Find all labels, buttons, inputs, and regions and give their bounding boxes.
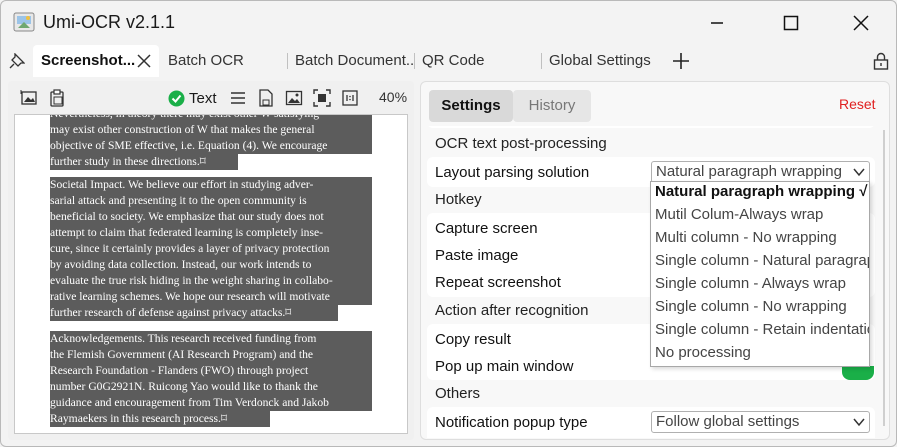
save-file-icon[interactable] [257, 89, 275, 107]
tab-batch-document[interactable]: Batch Document... [295, 45, 413, 77]
list-icon[interactable] [229, 89, 247, 107]
lock-icon[interactable] [873, 52, 889, 70]
text-toggle-label: Text [189, 89, 217, 107]
text-line: sarial attack and presenting it to the o… [50, 193, 372, 209]
paste-image-label: Paste image [435, 247, 519, 264]
chevron-down-icon [853, 168, 865, 177]
notification-type-label: Notification popup type [435, 414, 588, 431]
text-line: may exist other construction of W that m… [50, 122, 372, 138]
tab-batch-ocr[interactable]: Batch OCR [168, 45, 244, 77]
popup-main-toggle[interactable] [842, 366, 874, 380]
text-line: Nevertheless, in theory there may exist … [50, 115, 372, 122]
layout-parsing-dropdown[interactable]: Natural paragraph wrapping √ Mutil Colum… [650, 181, 870, 367]
image-icon[interactable] [285, 89, 303, 107]
repeat-screenshot-label: Repeat screenshot [435, 274, 561, 291]
section-others: Others [435, 385, 481, 402]
section-post-processing: OCR text post-processing [435, 135, 607, 152]
app-window: Umi-OCR v2.1.1 Screenshot... Batch OCR B… [0, 0, 897, 447]
zoom-level: 40% [379, 89, 408, 105]
section-hotkey: Hotkey [435, 191, 482, 208]
capture-screen-label: Capture screen [435, 220, 538, 237]
layout-parsing-value: Natural paragraph wrapping [656, 163, 842, 180]
window-title: Umi-OCR v2.1.1 [43, 12, 176, 32]
chevron-down-icon [853, 418, 865, 427]
pin-icon[interactable] [9, 53, 25, 69]
tab-qr-code[interactable]: QR Code [422, 45, 485, 77]
add-tab-icon[interactable] [671, 51, 691, 71]
actual-size-icon[interactable] [341, 89, 359, 107]
dropdown-option[interactable]: Mutil Colum-Always wrap [655, 206, 823, 223]
tab-settings-panel[interactable]: Settings [429, 90, 513, 122]
paragraph-2: Societal Impact. We believe our effort i… [50, 177, 372, 321]
screenshot-icon[interactable] [20, 89, 38, 107]
text-line: guidance and encouragement from Tim Verd… [50, 395, 372, 411]
close-tab-icon[interactable] [137, 54, 151, 68]
dropdown-option[interactable]: No processing [655, 344, 751, 361]
paragraph-3: Acknowledgements. This research received… [50, 331, 372, 427]
text-line: number G0G2921N. Ruicong Yao would like … [50, 379, 372, 395]
text-line: attempt to claim that federated learning… [50, 225, 372, 241]
close-icon [853, 15, 869, 31]
text-line: rative learning schemes. We hope our res… [50, 289, 372, 305]
title-bar: Umi-OCR v2.1.1 [1, 1, 896, 45]
close-window-button[interactable] [841, 7, 881, 39]
text-line: further research of defense against priv… [50, 305, 338, 321]
dropdown-option[interactable]: Single column - No wrapping [655, 298, 847, 315]
check-circle-icon [168, 90, 185, 106]
dropdown-option[interactable]: Single column - Always wrap [655, 275, 846, 292]
maximize-icon [783, 15, 799, 31]
layout-parsing-label: Layout parsing solution [435, 164, 590, 181]
image-viewer-panel: Text 40% Nevertheless, in theory there m… [8, 81, 414, 440]
tab-label: Screenshot... [41, 52, 136, 69]
maximize-button[interactable] [771, 7, 811, 39]
section-action-after: Action after recognition [435, 302, 589, 319]
notification-type-select[interactable]: Follow global settings [651, 411, 870, 433]
text-line: the Flemish Government (AI Research Prog… [50, 347, 372, 363]
text-line: evaluate the true risk hiding in the wei… [50, 273, 372, 289]
tab-separator [287, 53, 288, 69]
text-line: cure, since it certainly provides a laye… [50, 241, 372, 257]
app-logo-icon [13, 12, 35, 32]
tab-separator [541, 53, 542, 69]
paste-icon[interactable] [48, 89, 66, 107]
document-preview[interactable]: Nevertheless, in theory there may exist … [14, 114, 408, 434]
dropdown-option[interactable]: Single column - Retain indentation [655, 321, 869, 338]
notification-type-value: Follow global settings [656, 413, 800, 430]
settings-card [427, 126, 875, 128]
layout-parsing-select[interactable]: Natural paragraph wrapping [651, 161, 870, 183]
minimize-button[interactable] [697, 7, 737, 39]
text-line: Raymaekers in this research process.⌑ [50, 411, 270, 427]
text-line: Acknowledgements. This research received… [50, 331, 372, 347]
paragraph-1: Nevertheless, in theory there may exist … [50, 115, 372, 170]
copy-result-label: Copy result [435, 331, 511, 348]
dropdown-option[interactable]: Single column - Natural paragraph [655, 252, 869, 269]
minimize-icon [711, 22, 723, 24]
tab-global-settings[interactable]: Global Settings [549, 45, 651, 77]
fit-screen-icon[interactable] [313, 89, 331, 107]
text-line: objective of SME effective, i.e. Equatio… [50, 138, 372, 154]
tab-history[interactable]: History [513, 90, 591, 122]
reset-button[interactable]: Reset [839, 96, 876, 112]
text-line: further study in these directions.⌑ [50, 154, 238, 170]
tab-bar: Screenshot... Batch OCR Batch Document..… [1, 45, 896, 77]
text-line: Research Foundation - Flanders (FWO) thr… [50, 363, 372, 379]
text-line: Societal Impact. We believe our effort i… [50, 177, 372, 193]
popup-main-label: Pop up main window [435, 358, 574, 375]
dropdown-option-selected[interactable]: Natural paragraph wrapping √ [655, 183, 867, 200]
dropdown-option[interactable]: Multi column - No wrapping [655, 229, 837, 246]
text-line: beneficial to society. We emphasize that… [50, 209, 372, 225]
show-text-toggle[interactable]: Text [168, 88, 217, 108]
settings-card: Notification popup type Follow global se… [427, 407, 875, 438]
settings-scrollbar[interactable] [881, 126, 887, 431]
tab-separator [414, 53, 415, 69]
text-line: by avoiding data collection. Instead, ou… [50, 257, 372, 273]
